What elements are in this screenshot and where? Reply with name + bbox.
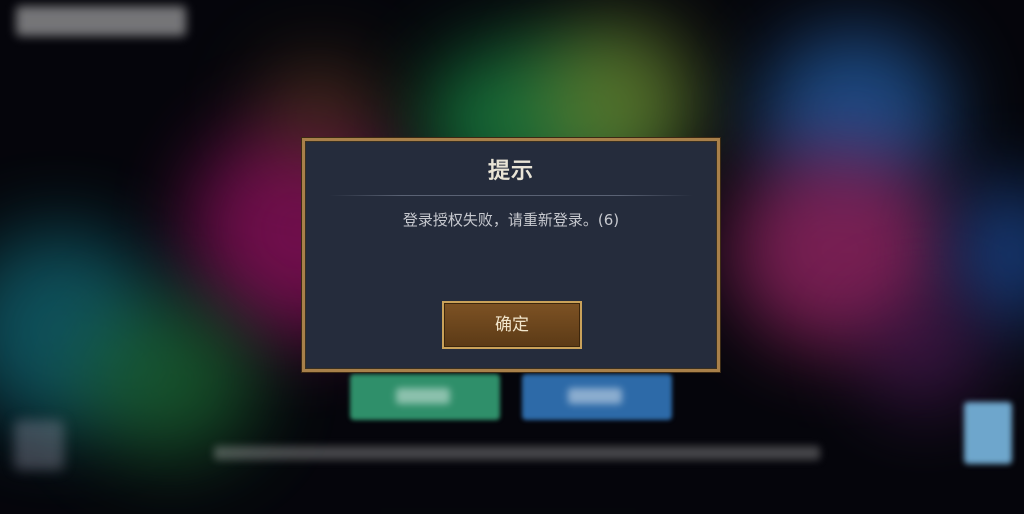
left-side-icon: [14, 420, 64, 470]
agreement-text: [214, 446, 820, 460]
login-option-blue-button: [522, 374, 672, 420]
right-side-icon: [964, 402, 1012, 464]
game-logo: [16, 6, 186, 36]
dialog-message: 登录授权失败，请重新登录。(6): [402, 211, 620, 229]
dialog-title: 提示: [487, 159, 534, 184]
dialog-divider: [329, 195, 693, 196]
alert-dialog: 提示 登录授权失败，请重新登录。(6) 确定: [302, 138, 720, 372]
confirm-button[interactable]: 确定: [442, 301, 582, 349]
login-option-green-button: [350, 374, 500, 420]
